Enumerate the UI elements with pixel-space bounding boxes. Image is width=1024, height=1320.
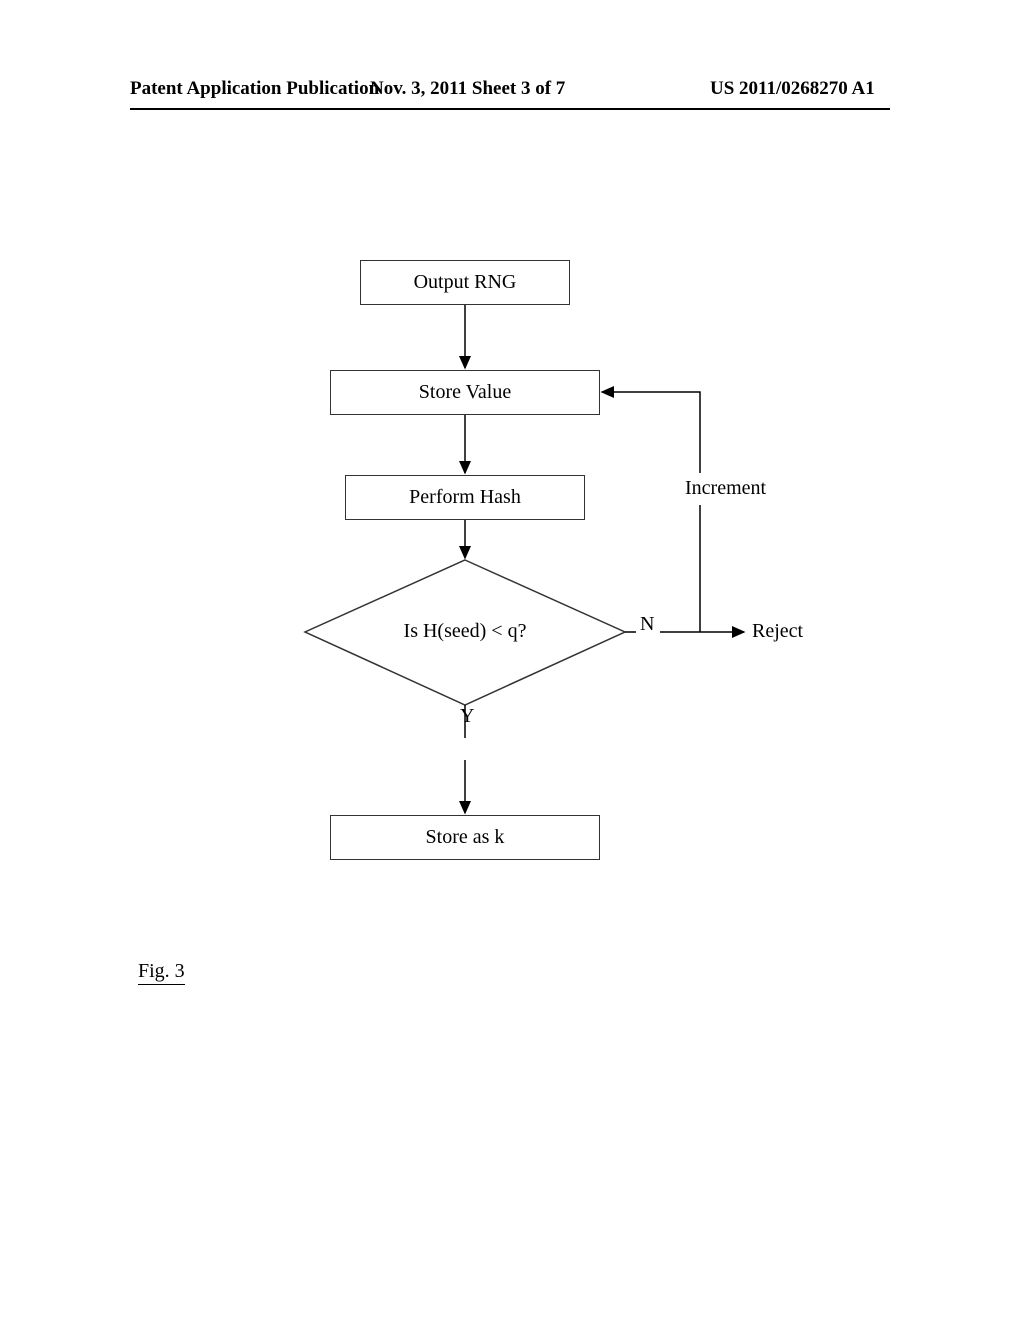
process-label: Store Value [419, 381, 511, 404]
flowchart: Output RNG Store Value Perform Hash Stor… [300, 260, 820, 910]
process-store-value: Store Value [330, 370, 600, 415]
page: Patent Application Publication Nov. 3, 2… [0, 0, 1024, 1320]
label-yes: Y [460, 705, 474, 728]
header-left: Patent Application Publication [130, 78, 379, 100]
figure-label: Fig. 3 [138, 960, 185, 985]
decision-label: Is H(seed) < q? [390, 620, 540, 643]
process-output-rng: Output RNG [360, 260, 570, 305]
header-right: US 2011/0268270 A1 [710, 78, 875, 100]
label-increment: Increment [685, 477, 766, 500]
flowchart-connectors [300, 260, 820, 910]
label-reject: Reject [752, 620, 803, 643]
header-center: Nov. 3, 2011 Sheet 3 of 7 [370, 78, 565, 100]
process-store-k: Store as k [330, 815, 600, 860]
process-label: Output RNG [414, 271, 517, 294]
header-divider [130, 108, 890, 110]
process-label: Perform Hash [409, 486, 521, 509]
label-no: N [640, 613, 654, 636]
process-label: Store as k [426, 826, 505, 849]
process-perform-hash: Perform Hash [345, 475, 585, 520]
